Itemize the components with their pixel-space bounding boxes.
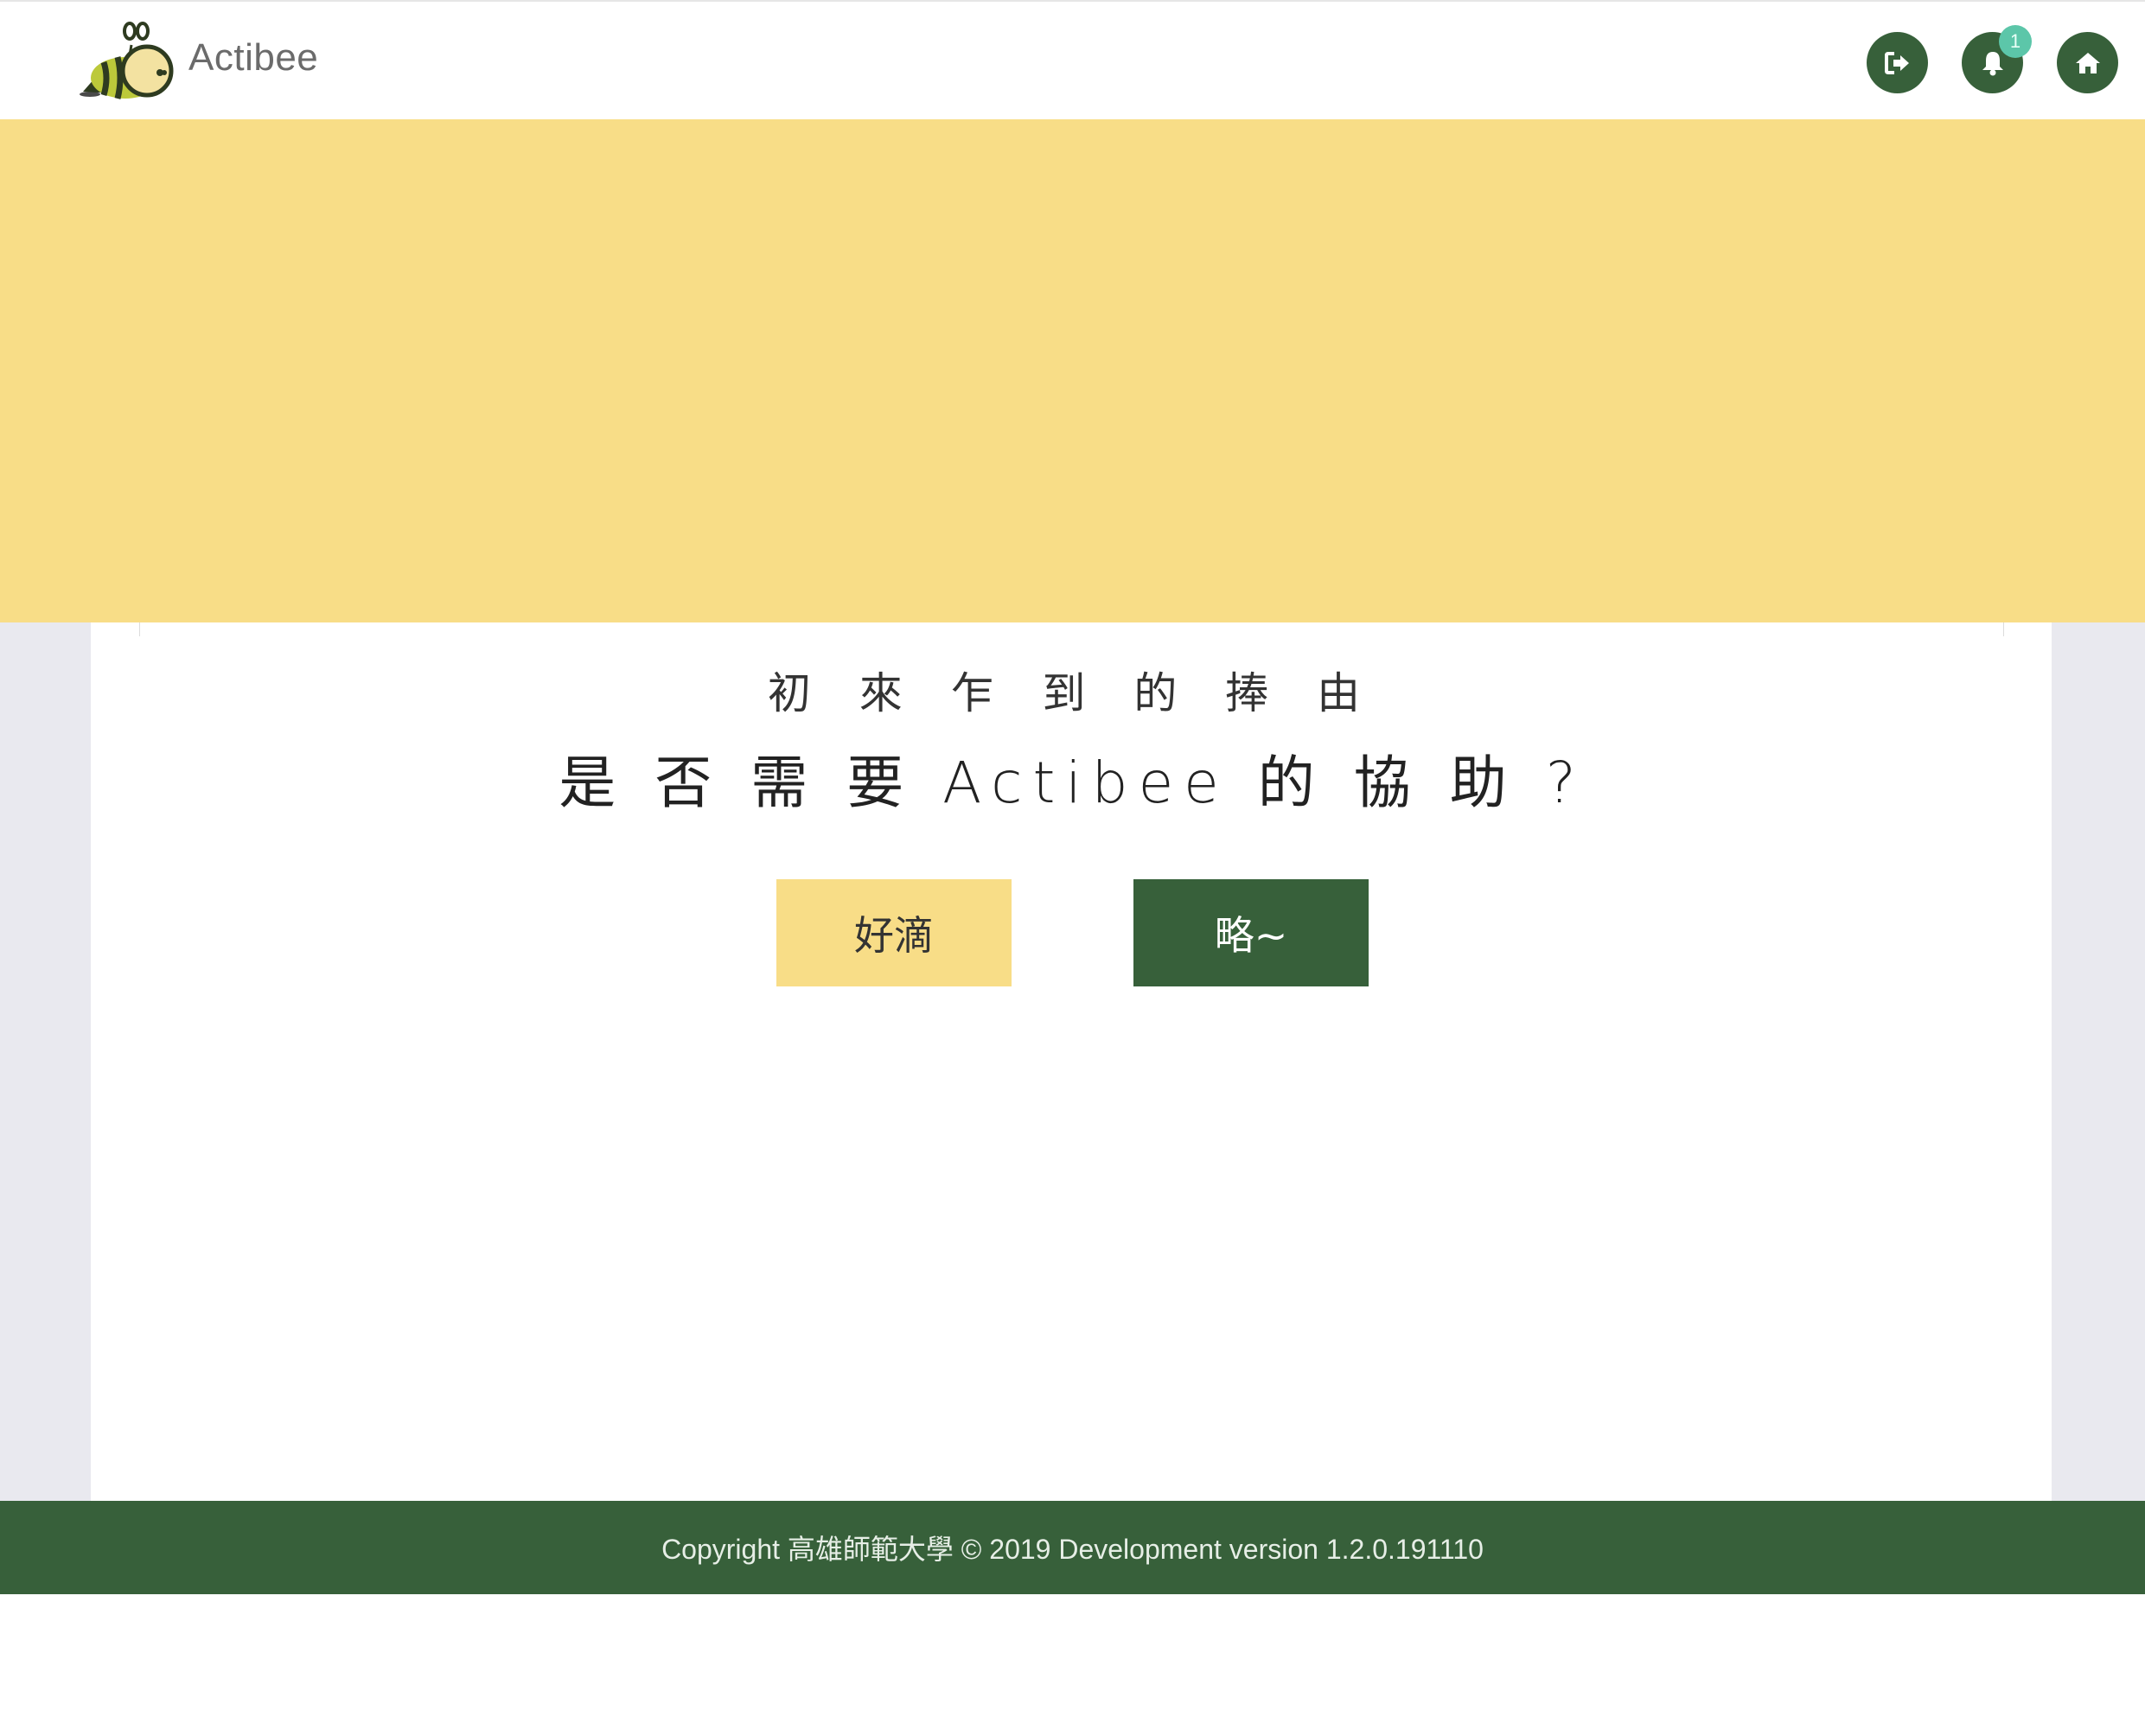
top-navbar: Actibee 1 [0,0,2145,119]
footer: Copyright 高雄師範大學 © 2019 Development vers… [0,1501,2145,1594]
bell-icon [1982,51,2003,75]
bee-logo-icon [80,22,174,99]
card-divider-right [2003,622,2004,636]
brand-name[interactable]: Actibee [188,36,318,80]
bee-logo[interactable] [78,21,182,104]
card-divider-left [139,622,140,636]
logout-icon [1884,51,1909,74]
accept-help-button[interactable]: 好滴 [776,879,1012,986]
notification-badge: 1 [1999,25,2032,58]
home-icon [2075,52,2100,73]
skip-help-button[interactable]: 略~ [1133,879,1369,986]
copyright-text: Copyright 高雄師範大學 © 2019 Development vers… [661,1534,1484,1565]
home-button[interactable] [2057,32,2118,93]
hero-banner [0,119,2145,622]
help-question: 是 否 需 要 Actibee 的 協 助 ? [559,750,1586,816]
logout-button[interactable] [1867,32,1928,93]
welcome-subtitle: 初 來 乍 到 的 捧 由 [767,668,1378,718]
